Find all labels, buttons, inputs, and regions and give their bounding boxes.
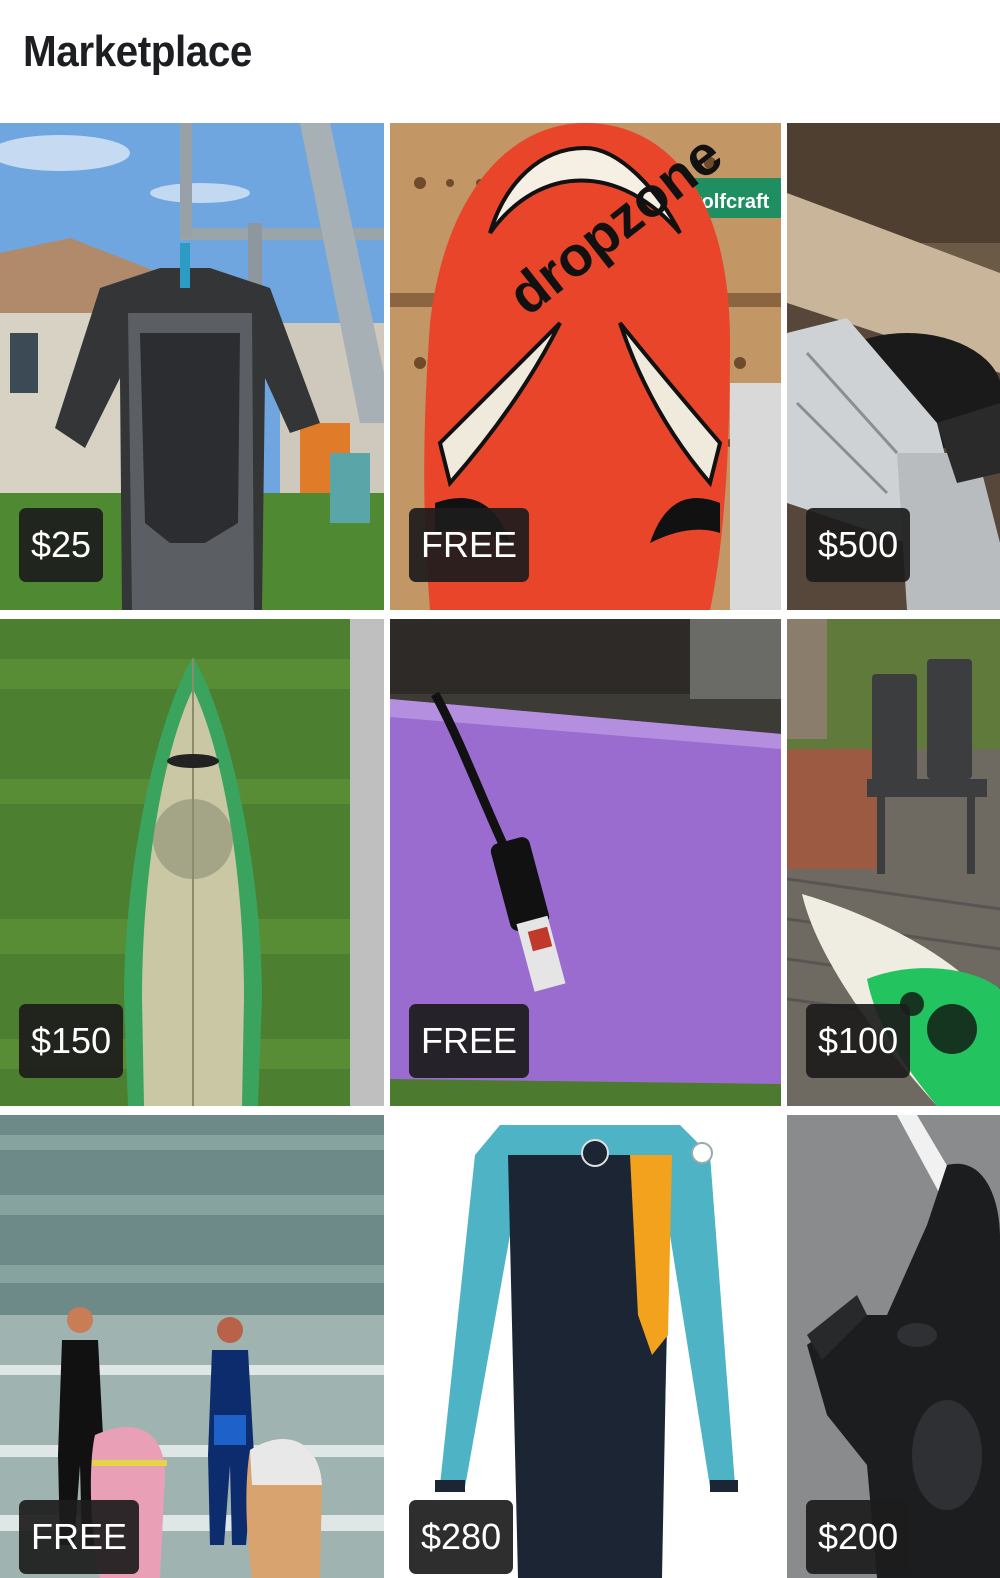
listing-price: $150: [19, 1004, 124, 1078]
listing-tile[interactable]: FREE: [0, 1115, 384, 1578]
listing-price: FREE: [409, 508, 530, 582]
listing-tile[interactable]: $25: [0, 123, 384, 610]
listing-tile[interactable]: FREE: [390, 619, 781, 1106]
listing-price: FREE: [19, 1500, 140, 1574]
listings-grid: $25 wolfcraft dropzone FREE $500 $150 FR…: [0, 0, 1000, 1578]
listing-price: $100: [806, 1004, 911, 1078]
listing-tile[interactable]: wolfcraft dropzone FREE: [390, 123, 781, 610]
listing-price: $500: [806, 508, 911, 582]
listing-price: $25: [19, 508, 104, 582]
listing-tile[interactable]: $150: [0, 619, 384, 1106]
listing-tile[interactable]: $100: [787, 619, 1000, 1106]
listing-tile[interactable]: $280: [390, 1115, 781, 1578]
listing-tile[interactable]: $500: [787, 123, 1000, 610]
listing-price: FREE: [409, 1004, 530, 1078]
listing-price: $280: [409, 1500, 514, 1574]
listing-tile[interactable]: $200: [787, 1115, 1000, 1578]
listing-price: $200: [806, 1500, 911, 1574]
